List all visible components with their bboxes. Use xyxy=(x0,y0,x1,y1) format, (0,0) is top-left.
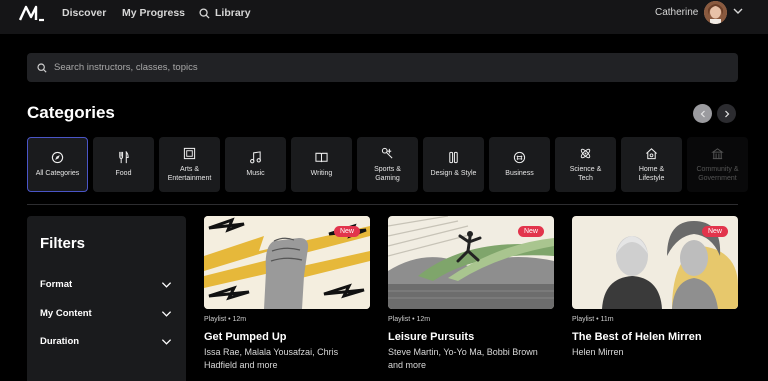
chevron-down-icon xyxy=(161,282,172,288)
category-label: Design & Style xyxy=(430,170,477,177)
filters-title: Filters xyxy=(40,235,86,252)
new-badge: New xyxy=(701,226,728,237)
nav-discover[interactable]: Discover xyxy=(62,7,106,19)
category-tile-sports[interactable]: Sports & Gaming xyxy=(357,137,418,192)
category-tile-community[interactable]: Community & Government xyxy=(687,137,748,192)
filters-panel: Filters Format My Content Duration xyxy=(27,216,186,381)
card-subtitle: Steve Martin, Yo-Yo Ma, Bobbi Brown and … xyxy=(388,347,538,370)
controller-icon xyxy=(381,147,393,159)
filter-label: Duration xyxy=(40,336,80,347)
new-badge: New xyxy=(333,226,360,237)
chevron-left-icon xyxy=(700,110,705,117)
category-tile-music[interactable]: Music xyxy=(225,137,286,192)
card-subtitle: Issa Rae, Malala Yousafzai, Chris Hadfie… xyxy=(204,347,339,370)
pencils-icon xyxy=(449,151,458,164)
category-tile-writing[interactable]: Writing xyxy=(291,137,352,192)
category-tile-food[interactable]: Food xyxy=(93,137,154,192)
compass-icon xyxy=(51,151,64,164)
category-label: Sports & Gaming xyxy=(374,165,401,182)
categories-title: Categories xyxy=(27,103,115,122)
chevron-right-icon xyxy=(724,110,729,117)
book-icon xyxy=(315,152,328,163)
category-tile-business[interactable]: Business xyxy=(489,137,550,192)
avatar[interactable] xyxy=(704,1,727,24)
category-label: All Categories xyxy=(35,170,80,177)
category-tiles: All Categories Food Arts & Entertainment… xyxy=(27,137,768,192)
category-tile-design[interactable]: Design & Style xyxy=(423,137,484,192)
category-tile-arts[interactable]: Arts & Entertainment xyxy=(159,137,220,192)
card-thumbnail[interactable]: New xyxy=(572,216,738,309)
category-label: Writing xyxy=(310,170,333,177)
nav-my-progress[interactable]: My Progress xyxy=(122,7,185,19)
utensils-icon xyxy=(119,151,129,164)
music-note-icon xyxy=(250,151,261,164)
chevron-down-icon[interactable] xyxy=(733,6,743,16)
user-name[interactable]: Catherine xyxy=(655,7,698,18)
avatar-image xyxy=(704,1,727,24)
search-icon xyxy=(199,7,210,19)
filter-my-content[interactable]: My Content xyxy=(40,308,172,319)
new-badge: New xyxy=(517,226,544,237)
playlist-card[interactable]: New Playlist • 12m Leisure Pursuits Stev… xyxy=(388,216,554,372)
card-title[interactable]: Get Pumped Up xyxy=(204,331,370,343)
card-meta: Playlist • 12m xyxy=(388,316,431,323)
atom-icon xyxy=(580,148,591,158)
card-meta: Playlist • 12m xyxy=(204,316,247,323)
building-icon xyxy=(711,147,724,159)
divider xyxy=(27,204,738,205)
search-icon xyxy=(37,62,47,73)
category-tile-home[interactable]: Home & Lifestyle xyxy=(621,137,682,192)
masterclass-logo[interactable] xyxy=(19,4,45,22)
card-subtitle: Helen Mirren xyxy=(572,347,624,357)
filter-label: My Content xyxy=(40,308,92,319)
house-icon xyxy=(646,147,657,159)
category-tile-all[interactable]: All Categories xyxy=(27,137,88,192)
chevron-down-icon xyxy=(161,311,172,317)
card-title[interactable]: Leisure Pursuits xyxy=(388,331,554,343)
filter-format[interactable]: Format xyxy=(40,279,172,290)
search-input[interactable] xyxy=(54,62,654,73)
carousel-next-button[interactable] xyxy=(717,104,736,123)
category-label: Home & Lifestyle xyxy=(638,165,665,182)
card-thumbnail[interactable]: New xyxy=(388,216,554,309)
nav-library-label: Library xyxy=(215,7,251,19)
playlist-card[interactable]: New Playlist • 12m Get Pumped Up Issa Ra… xyxy=(204,216,370,372)
category-label: Music xyxy=(246,170,265,177)
search-bar[interactable] xyxy=(27,53,738,82)
nav-library[interactable]: Library xyxy=(199,7,251,19)
card-meta: Playlist • 11m xyxy=(572,316,614,323)
playlist-card[interactable]: New Playlist • 11m The Best of Helen Mir… xyxy=(572,216,738,359)
chevron-down-icon xyxy=(161,339,172,345)
category-label: Business xyxy=(505,170,534,177)
carousel-prev-button[interactable] xyxy=(693,104,712,123)
category-tile-science[interactable]: Science & Tech xyxy=(555,137,616,192)
briefcase-icon xyxy=(513,151,526,164)
category-label: Community & Government xyxy=(696,165,739,182)
card-thumbnail[interactable]: New xyxy=(204,216,370,309)
card-title[interactable]: The Best of Helen Mirren xyxy=(572,331,738,343)
filter-label: Format xyxy=(40,279,73,290)
category-label: Food xyxy=(115,170,132,177)
category-label: Arts & Entertainment xyxy=(167,165,212,182)
category-label: Science & Tech xyxy=(569,165,602,182)
filter-duration[interactable]: Duration xyxy=(40,336,172,347)
top-nav-bar: Discover My Progress Library Catherine xyxy=(0,0,768,34)
film-icon xyxy=(183,147,196,159)
